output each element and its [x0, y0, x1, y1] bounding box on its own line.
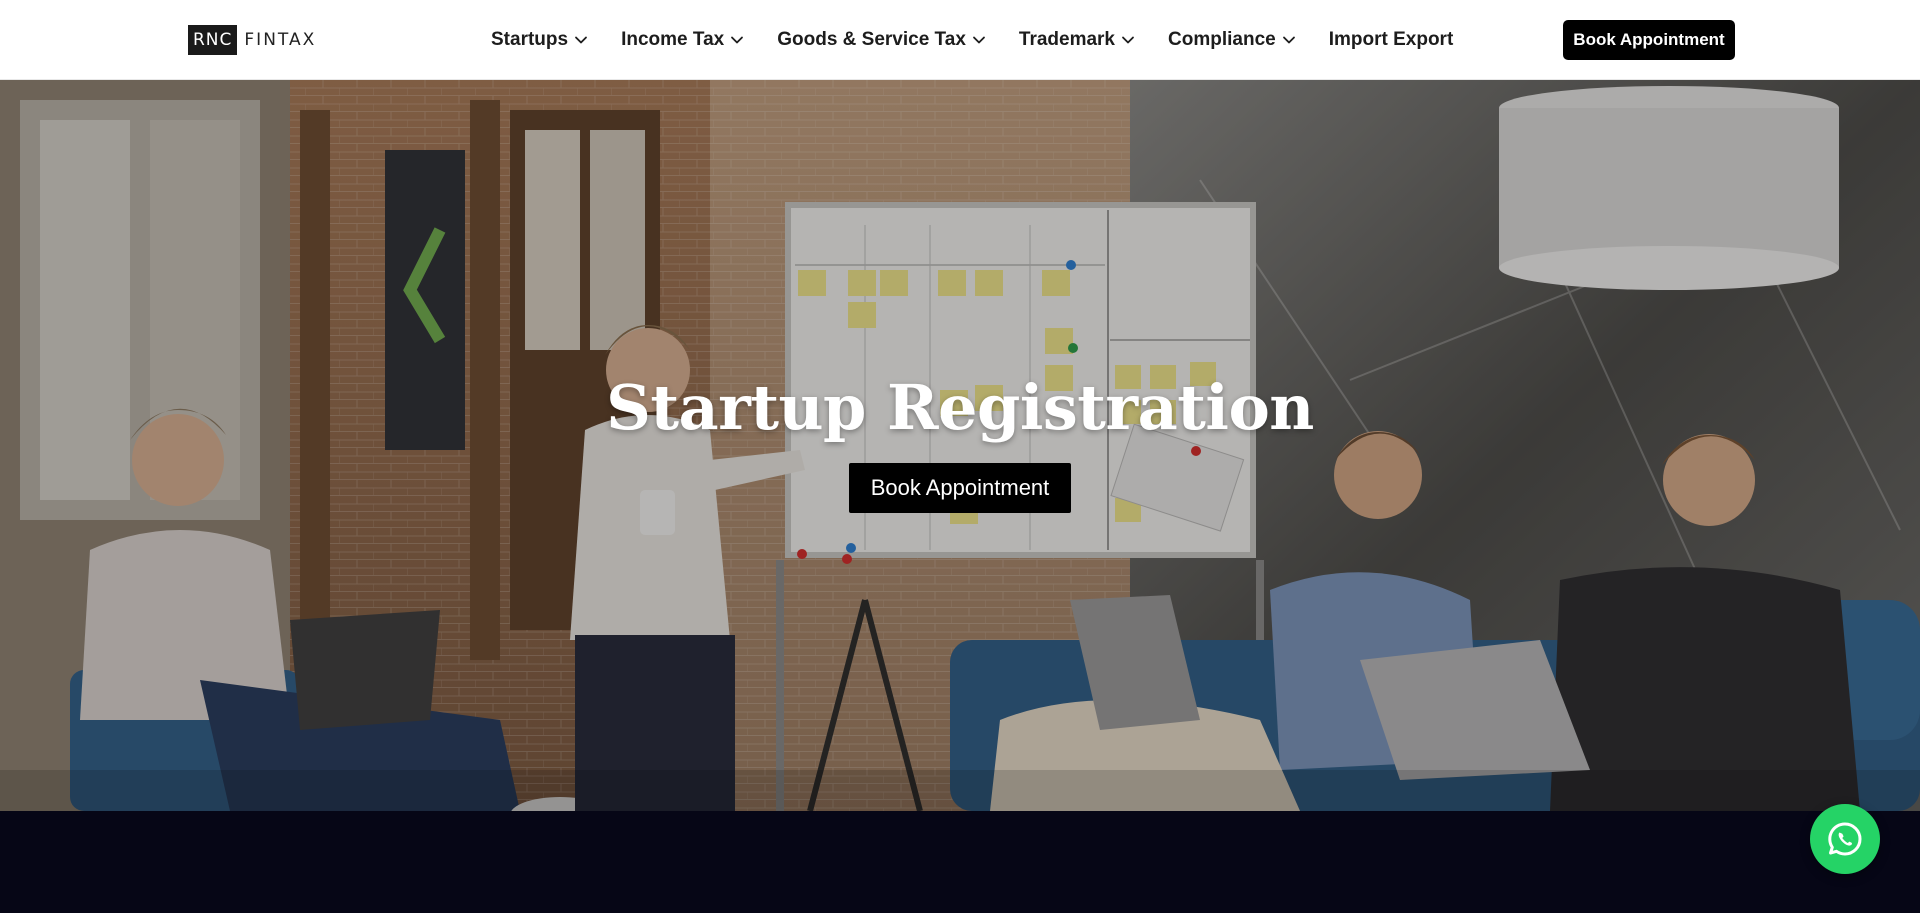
nav-item-compliance[interactable]: Compliance [1168, 29, 1296, 51]
chevron-down-icon [1282, 36, 1295, 44]
nav-item-label: Goods & Service Tax [777, 29, 966, 50]
nav-item-label: Income Tax [621, 29, 725, 50]
logo-mark: RNC [188, 25, 238, 55]
chevron-down-icon [972, 36, 985, 44]
nav-item-startups[interactable]: Startups [491, 29, 588, 51]
main-nav: Startups Income Tax Goods & Service Tax … [491, 0, 1486, 80]
hero-overlay [0, 80, 1920, 811]
chevron-down-icon [1122, 36, 1134, 44]
hero-section: Startup Registration Book Appointment [0, 80, 1920, 811]
whatsapp-button[interactable] [1810, 804, 1880, 874]
logo[interactable]: RNC FINTAX [188, 25, 316, 55]
chevron-down-icon [575, 36, 587, 44]
logo-text: FINTAX [244, 30, 317, 50]
nav-item-import-export[interactable]: Import Export [1329, 29, 1454, 51]
hero-title: Startup Registration [606, 371, 1314, 444]
nav-item-label: Import Export [1328, 29, 1454, 50]
nav-item-label: Startups [491, 29, 569, 50]
nav-item-gst[interactable]: Goods & Service Tax [777, 29, 986, 51]
whatsapp-icon [1828, 822, 1862, 856]
next-section-band [0, 811, 1920, 913]
nav-item-income-tax[interactable]: Income Tax [621, 29, 744, 51]
nav-item-trademark[interactable]: Trademark [1019, 29, 1135, 51]
site-header: RNC FINTAX Startups Income Tax Goods & S… [0, 0, 1920, 80]
book-appointment-button[interactable]: Book Appointment [1563, 20, 1735, 60]
nav-item-label: Compliance [1168, 29, 1276, 50]
nav-item-label: Trademark [1018, 29, 1116, 50]
chevron-down-icon [731, 36, 744, 44]
hero-book-appointment-button[interactable]: Book Appointment [849, 463, 1071, 513]
